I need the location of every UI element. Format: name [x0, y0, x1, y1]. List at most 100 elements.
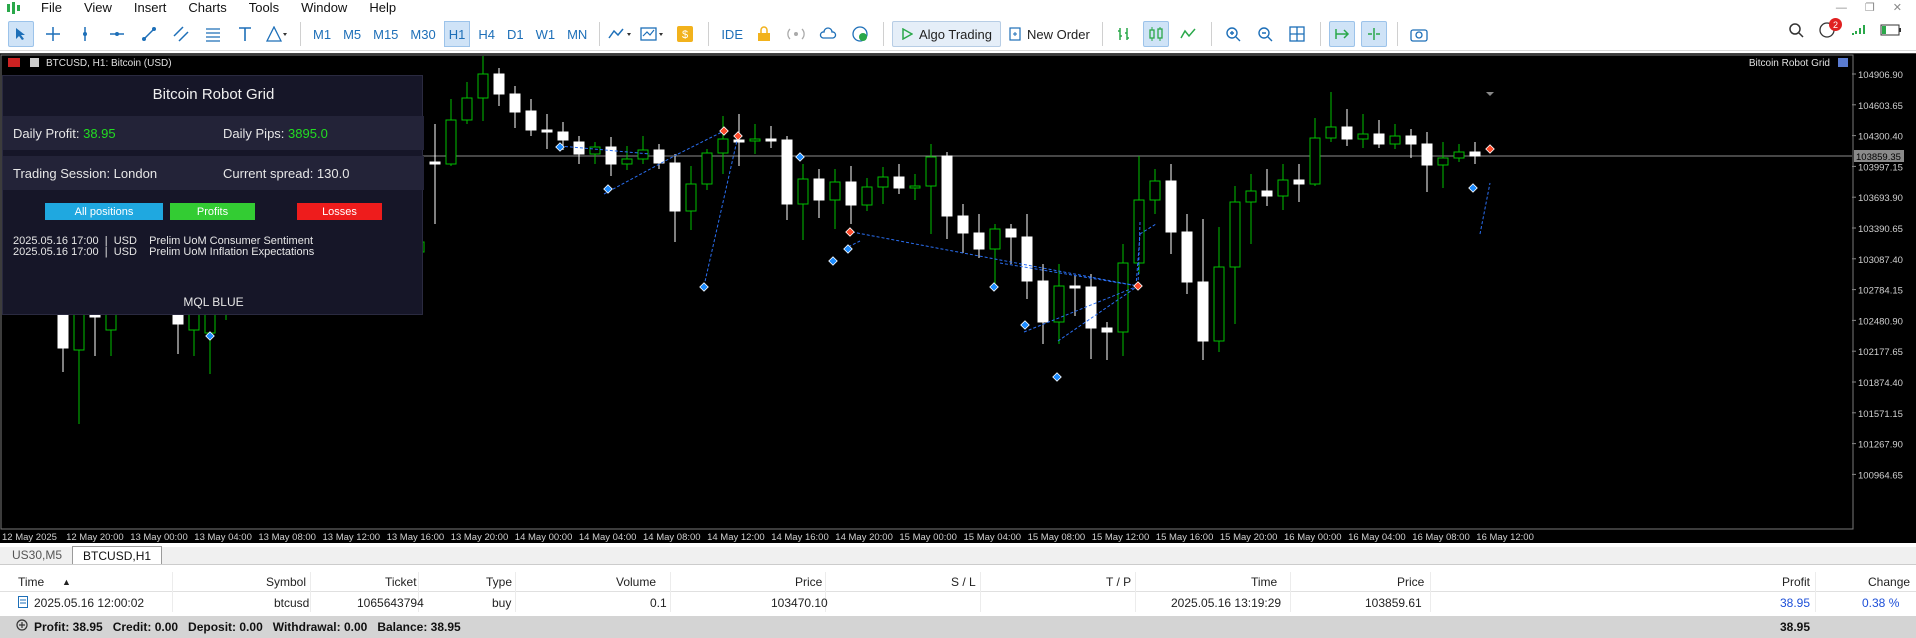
- col-price[interactable]: Price: [795, 575, 822, 589]
- fibonacci-icon[interactable]: [200, 21, 226, 47]
- col-symbol[interactable]: Symbol: [266, 575, 306, 589]
- search-icon[interactable]: [1788, 22, 1804, 41]
- panel-title: Bitcoin Robot Grid: [152, 85, 275, 103]
- time-axis-label: 15 May 04:00: [964, 532, 1022, 543]
- candle-body: [1389, 135, 1401, 145]
- col-ticket[interactable]: Ticket: [385, 575, 417, 589]
- row-type: buy: [492, 596, 512, 610]
- col-close-time[interactable]: Time: [1251, 575, 1277, 589]
- menu-view[interactable]: View: [73, 0, 123, 16]
- candle-body: [589, 146, 601, 155]
- ide-button[interactable]: IDE: [717, 21, 747, 47]
- losses-button[interactable]: Losses: [297, 203, 382, 220]
- lock-icon[interactable]: [751, 21, 777, 47]
- menu-window[interactable]: Window: [290, 0, 358, 16]
- zoom-in-icon[interactable]: [1220, 21, 1246, 47]
- chart-type-icon[interactable]: [608, 21, 634, 47]
- all-positions-button[interactable]: All positions: [45, 203, 163, 220]
- signal-icon[interactable]: [783, 21, 809, 47]
- time-axis-label: 14 May 04:00: [579, 532, 637, 543]
- candle-body: [1293, 179, 1305, 185]
- col-sl[interactable]: S / L: [951, 575, 976, 589]
- trendline-icon[interactable]: [136, 21, 162, 47]
- timeframe-mn[interactable]: MN: [563, 21, 591, 47]
- timeframe-m1[interactable]: M1: [309, 21, 335, 47]
- timeframe-w1[interactable]: W1: [532, 21, 560, 47]
- vps-cloud-icon[interactable]: [815, 21, 841, 47]
- indicators-icon[interactable]: [640, 21, 666, 47]
- market-icon[interactable]: $: [672, 21, 698, 47]
- menu-charts[interactable]: Charts: [177, 0, 237, 16]
- new-order-label: New Order: [1026, 26, 1090, 42]
- timeframe-m15[interactable]: M15: [369, 21, 402, 47]
- tab-btcusd-h1[interactable]: BTCUSD,H1: [72, 546, 163, 564]
- col-time[interactable]: Time: [18, 575, 44, 589]
- channel-icon[interactable]: [168, 21, 194, 47]
- play-icon: [902, 28, 913, 40]
- candle-body: [429, 161, 441, 165]
- minimize-icon[interactable]: —: [1836, 0, 1847, 16]
- table-row[interactable]: 2025.05.16 12:00:02 btcusd 1065643794 bu…: [0, 594, 1916, 612]
- candle-body: [1341, 126, 1353, 140]
- ea-name-label: Bitcoin Robot Grid: [1749, 58, 1830, 69]
- auto-scroll-icon[interactable]: [1328, 21, 1355, 47]
- svg-text:$: $: [682, 29, 688, 41]
- candle-body: [717, 138, 729, 154]
- time-axis-label: 14 May 16:00: [771, 532, 829, 543]
- timeframe-m5[interactable]: M5: [339, 21, 365, 47]
- col-volume[interactable]: Volume: [616, 575, 656, 589]
- chart-tabs: US30,M5 BTCUSD,H1: [0, 546, 1916, 565]
- candle-body: [989, 228, 1001, 250]
- chart-shift-icon[interactable]: [1360, 21, 1387, 47]
- expand-icon[interactable]: [16, 619, 28, 634]
- time-axis-label: 16 May 12:00: [1476, 532, 1534, 543]
- timeframe-h4[interactable]: H4: [474, 21, 499, 47]
- candle-body: [813, 178, 825, 201]
- buy-arrow-icon: [989, 282, 999, 292]
- col-close-price[interactable]: Price: [1397, 575, 1424, 589]
- col-tp[interactable]: T / P: [1106, 575, 1131, 589]
- candle-body: [1405, 135, 1417, 145]
- restore-icon[interactable]: ❐: [1865, 0, 1875, 16]
- menu-insert[interactable]: Insert: [123, 0, 178, 16]
- row-change: 0.38 %: [1862, 596, 1900, 610]
- tab-us30-m5[interactable]: US30,M5: [2, 546, 72, 564]
- shapes-tool-icon[interactable]: [264, 21, 290, 47]
- tile-windows-icon[interactable]: [1284, 21, 1310, 47]
- community-icon[interactable]: [847, 21, 873, 47]
- sell-arrow-icon: [1485, 144, 1495, 154]
- new-order-button[interactable]: New Order: [1001, 21, 1098, 47]
- menu-help[interactable]: Help: [358, 0, 407, 16]
- cursor-tool-icon[interactable]: [8, 21, 34, 47]
- bar-chart-icon[interactable]: [1111, 21, 1137, 47]
- line-chart-icon[interactable]: [1175, 21, 1201, 47]
- account-summary: Profit: 38.95 Credit: 0.00 Deposit: 0.00…: [0, 616, 1916, 638]
- sell-arrow-icon: [719, 126, 729, 136]
- candle-body: [1277, 179, 1289, 197]
- row-close-price: 103859.61: [1365, 596, 1422, 610]
- zoom-out-icon[interactable]: [1252, 21, 1278, 47]
- app-logo-icon: [6, 2, 20, 14]
- vertical-line-icon[interactable]: [72, 21, 98, 47]
- close-icon[interactable]: ✕: [1893, 0, 1902, 16]
- col-type[interactable]: Type: [486, 575, 512, 589]
- timeframe-m30[interactable]: M30: [406, 21, 439, 47]
- menu-file[interactable]: File: [30, 0, 73, 16]
- candlestick-chart-icon[interactable]: [1142, 21, 1169, 47]
- col-profit[interactable]: Profit: [1782, 575, 1810, 589]
- candle-body: [557, 131, 569, 141]
- menu-tools[interactable]: Tools: [238, 0, 290, 16]
- horizontal-line-icon[interactable]: [104, 21, 130, 47]
- text-tool-icon[interactable]: [232, 21, 258, 47]
- algo-trading-button[interactable]: Algo Trading: [891, 21, 1001, 47]
- timeframe-d1[interactable]: D1: [503, 21, 528, 47]
- screenshot-icon[interactable]: [1406, 21, 1432, 47]
- notification-badge: 2: [1829, 18, 1842, 31]
- row-ticket: 1065643794: [357, 596, 424, 610]
- profits-button[interactable]: Profits: [170, 203, 255, 220]
- col-change[interactable]: Change: [1868, 575, 1910, 589]
- crosshair-tool-icon[interactable]: [40, 21, 66, 47]
- candle-body: [637, 149, 649, 160]
- notifications-icon[interactable]: 2: [1818, 18, 1842, 41]
- timeframe-h1[interactable]: H1: [443, 21, 471, 47]
